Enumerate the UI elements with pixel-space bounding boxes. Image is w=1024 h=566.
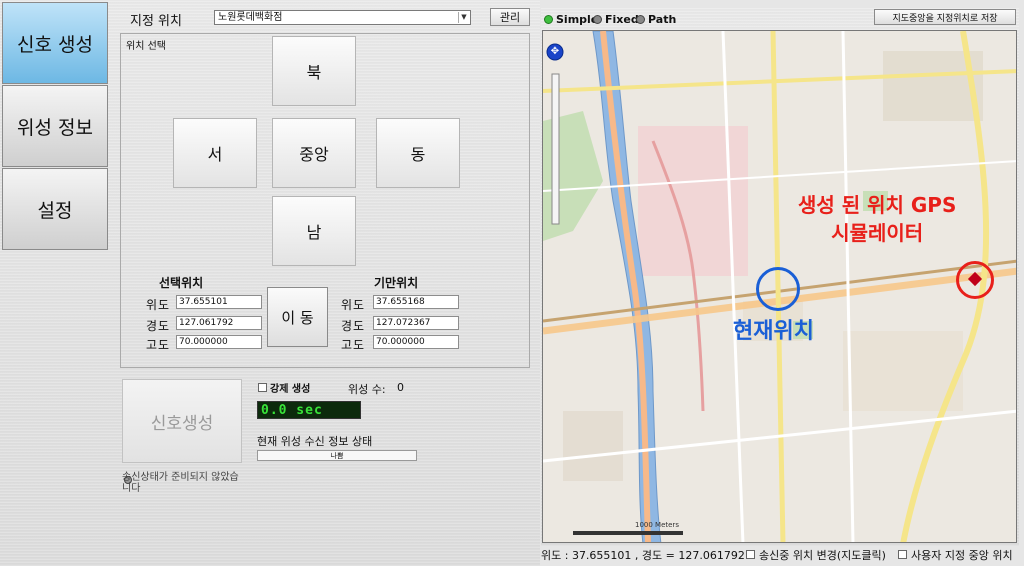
sidebar: 신호 생성 위성 정보 설정 (0, 0, 112, 566)
control-panel: 지정 위치 노원롯데백화점 ▼ 관리 위치 선택 북 서 중앙 동 남 선택위치… (112, 0, 540, 566)
satellite-count-value: 0 (397, 381, 404, 394)
save-map-center-button[interactable]: 지도중앙을 지정위치로 저장 (874, 9, 1016, 25)
map-mode-bar: Simple Fixed Path 지도중앙을 지정위치로 저장 (541, 8, 1019, 30)
current-position-marker (756, 267, 800, 311)
selected-lon-field[interactable]: 127.061792 (176, 316, 262, 330)
deception-lat-label: 위도 (341, 298, 366, 312)
east-button[interactable]: 동 (376, 118, 460, 188)
deception-lon-label: 경도 (341, 319, 366, 333)
map-scale-label: 1000 Meters (635, 521, 679, 529)
sidebar-item-settings[interactable]: 설정 (2, 168, 108, 250)
mode-path-label: Path (648, 13, 677, 26)
mode-fixed[interactable]: Fixed (593, 13, 639, 26)
north-button[interactable]: 북 (272, 36, 356, 106)
user-center-position-checkbox[interactable] (898, 550, 907, 559)
south-button[interactable]: 남 (272, 196, 356, 266)
bottom-status-bar: 위도 : 37.655101 , 경도 = 127.061792 송신중 위치 … (541, 546, 1024, 564)
position-select-title: 위치 선택 (126, 41, 166, 52)
deception-alt-label: 고도 (341, 338, 366, 352)
radio-off-icon (636, 15, 645, 24)
pan-control-icon[interactable]: ✥ (548, 45, 562, 59)
center-button[interactable]: 중앙 (272, 118, 356, 188)
location-select[interactable]: 노원롯데백화점 ▼ (214, 10, 471, 25)
mode-simple-label: Simple (556, 13, 599, 26)
sidebar-item-signal-generation[interactable]: 신호 생성 (2, 2, 108, 84)
satellite-count-label: 위성 수: (348, 383, 386, 396)
mode-simple[interactable]: Simple (544, 13, 598, 26)
mode-fixed-label: Fixed (605, 13, 639, 26)
move-button[interactable]: 이 동 (267, 287, 328, 347)
location-label: 지정 위치 (130, 14, 182, 29)
generated-position-annotation: 생성 된 위치 GPS 시뮬레이터 (798, 193, 957, 245)
change-position-while-transmitting-label: 송신중 위치 변경(지도클릭) (759, 549, 886, 562)
force-generate-checkbox[interactable] (258, 383, 267, 392)
force-generate-label: 강제 생성 (270, 384, 311, 395)
radio-on-icon (544, 15, 553, 24)
change-position-while-transmitting-checkbox[interactable] (746, 550, 755, 559)
deception-lon-field[interactable]: 127.072367 (373, 316, 459, 330)
selected-alt-field[interactable]: 70.000000 (176, 335, 262, 349)
map-panel: Simple Fixed Path 지도중앙을 지정위치로 저장 생성 된 위치… (541, 8, 1019, 546)
manage-button[interactable]: 관리 (490, 8, 530, 26)
sidebar-item-label: 설정 (37, 199, 73, 222)
transmit-status-note: 송신상태가 준비되지 않았습니다 (122, 472, 239, 494)
sidebar-item-satellite-info[interactable]: 위성 정보 (2, 85, 108, 167)
mode-path[interactable]: Path (636, 13, 676, 26)
map-view[interactable]: 생성 된 위치 GPS 시뮬레이터 현재위치 1000 Meters ✥ (542, 30, 1017, 543)
satellite-status-title: 현재 위성 수신 정보 상태 (257, 435, 373, 448)
selected-position-header: 선택위치 (159, 276, 204, 290)
satellite-status-bar: 나쁨 (257, 450, 417, 461)
radio-off-icon (593, 15, 602, 24)
user-center-position-label: 사용자 지정 중앙 위치 (911, 549, 1013, 562)
sidebar-item-label: 신호 생성 (17, 33, 93, 56)
deception-lat-field[interactable]: 37.655168 (373, 295, 459, 309)
selected-lon-label: 경도 (146, 319, 171, 333)
location-select-value: 노원롯데백화점 (218, 12, 283, 23)
coordinates-readout: 위도 : 37.655101 , 경도 = 127.061792 (541, 549, 745, 562)
selected-lat-field[interactable]: 37.655101 (176, 295, 262, 309)
selected-alt-label: 고도 (146, 338, 171, 352)
west-button[interactable]: 서 (173, 118, 257, 188)
chevron-down-icon[interactable]: ▼ (458, 12, 469, 23)
deception-position-header: 기만위치 (374, 276, 419, 290)
timer-display: 0.0 sec (257, 401, 361, 419)
deception-alt-field[interactable]: 70.000000 (373, 335, 459, 349)
sidebar-item-label: 위성 정보 (17, 116, 93, 139)
selected-lat-label: 위도 (146, 298, 171, 312)
current-position-annotation: 현재위치 (733, 319, 814, 344)
position-select-group: 위치 선택 북 서 중앙 동 남 선택위치 기만위치 위도 37.655101 … (120, 33, 530, 368)
generate-signal-button[interactable]: 신호생성 (122, 379, 242, 463)
